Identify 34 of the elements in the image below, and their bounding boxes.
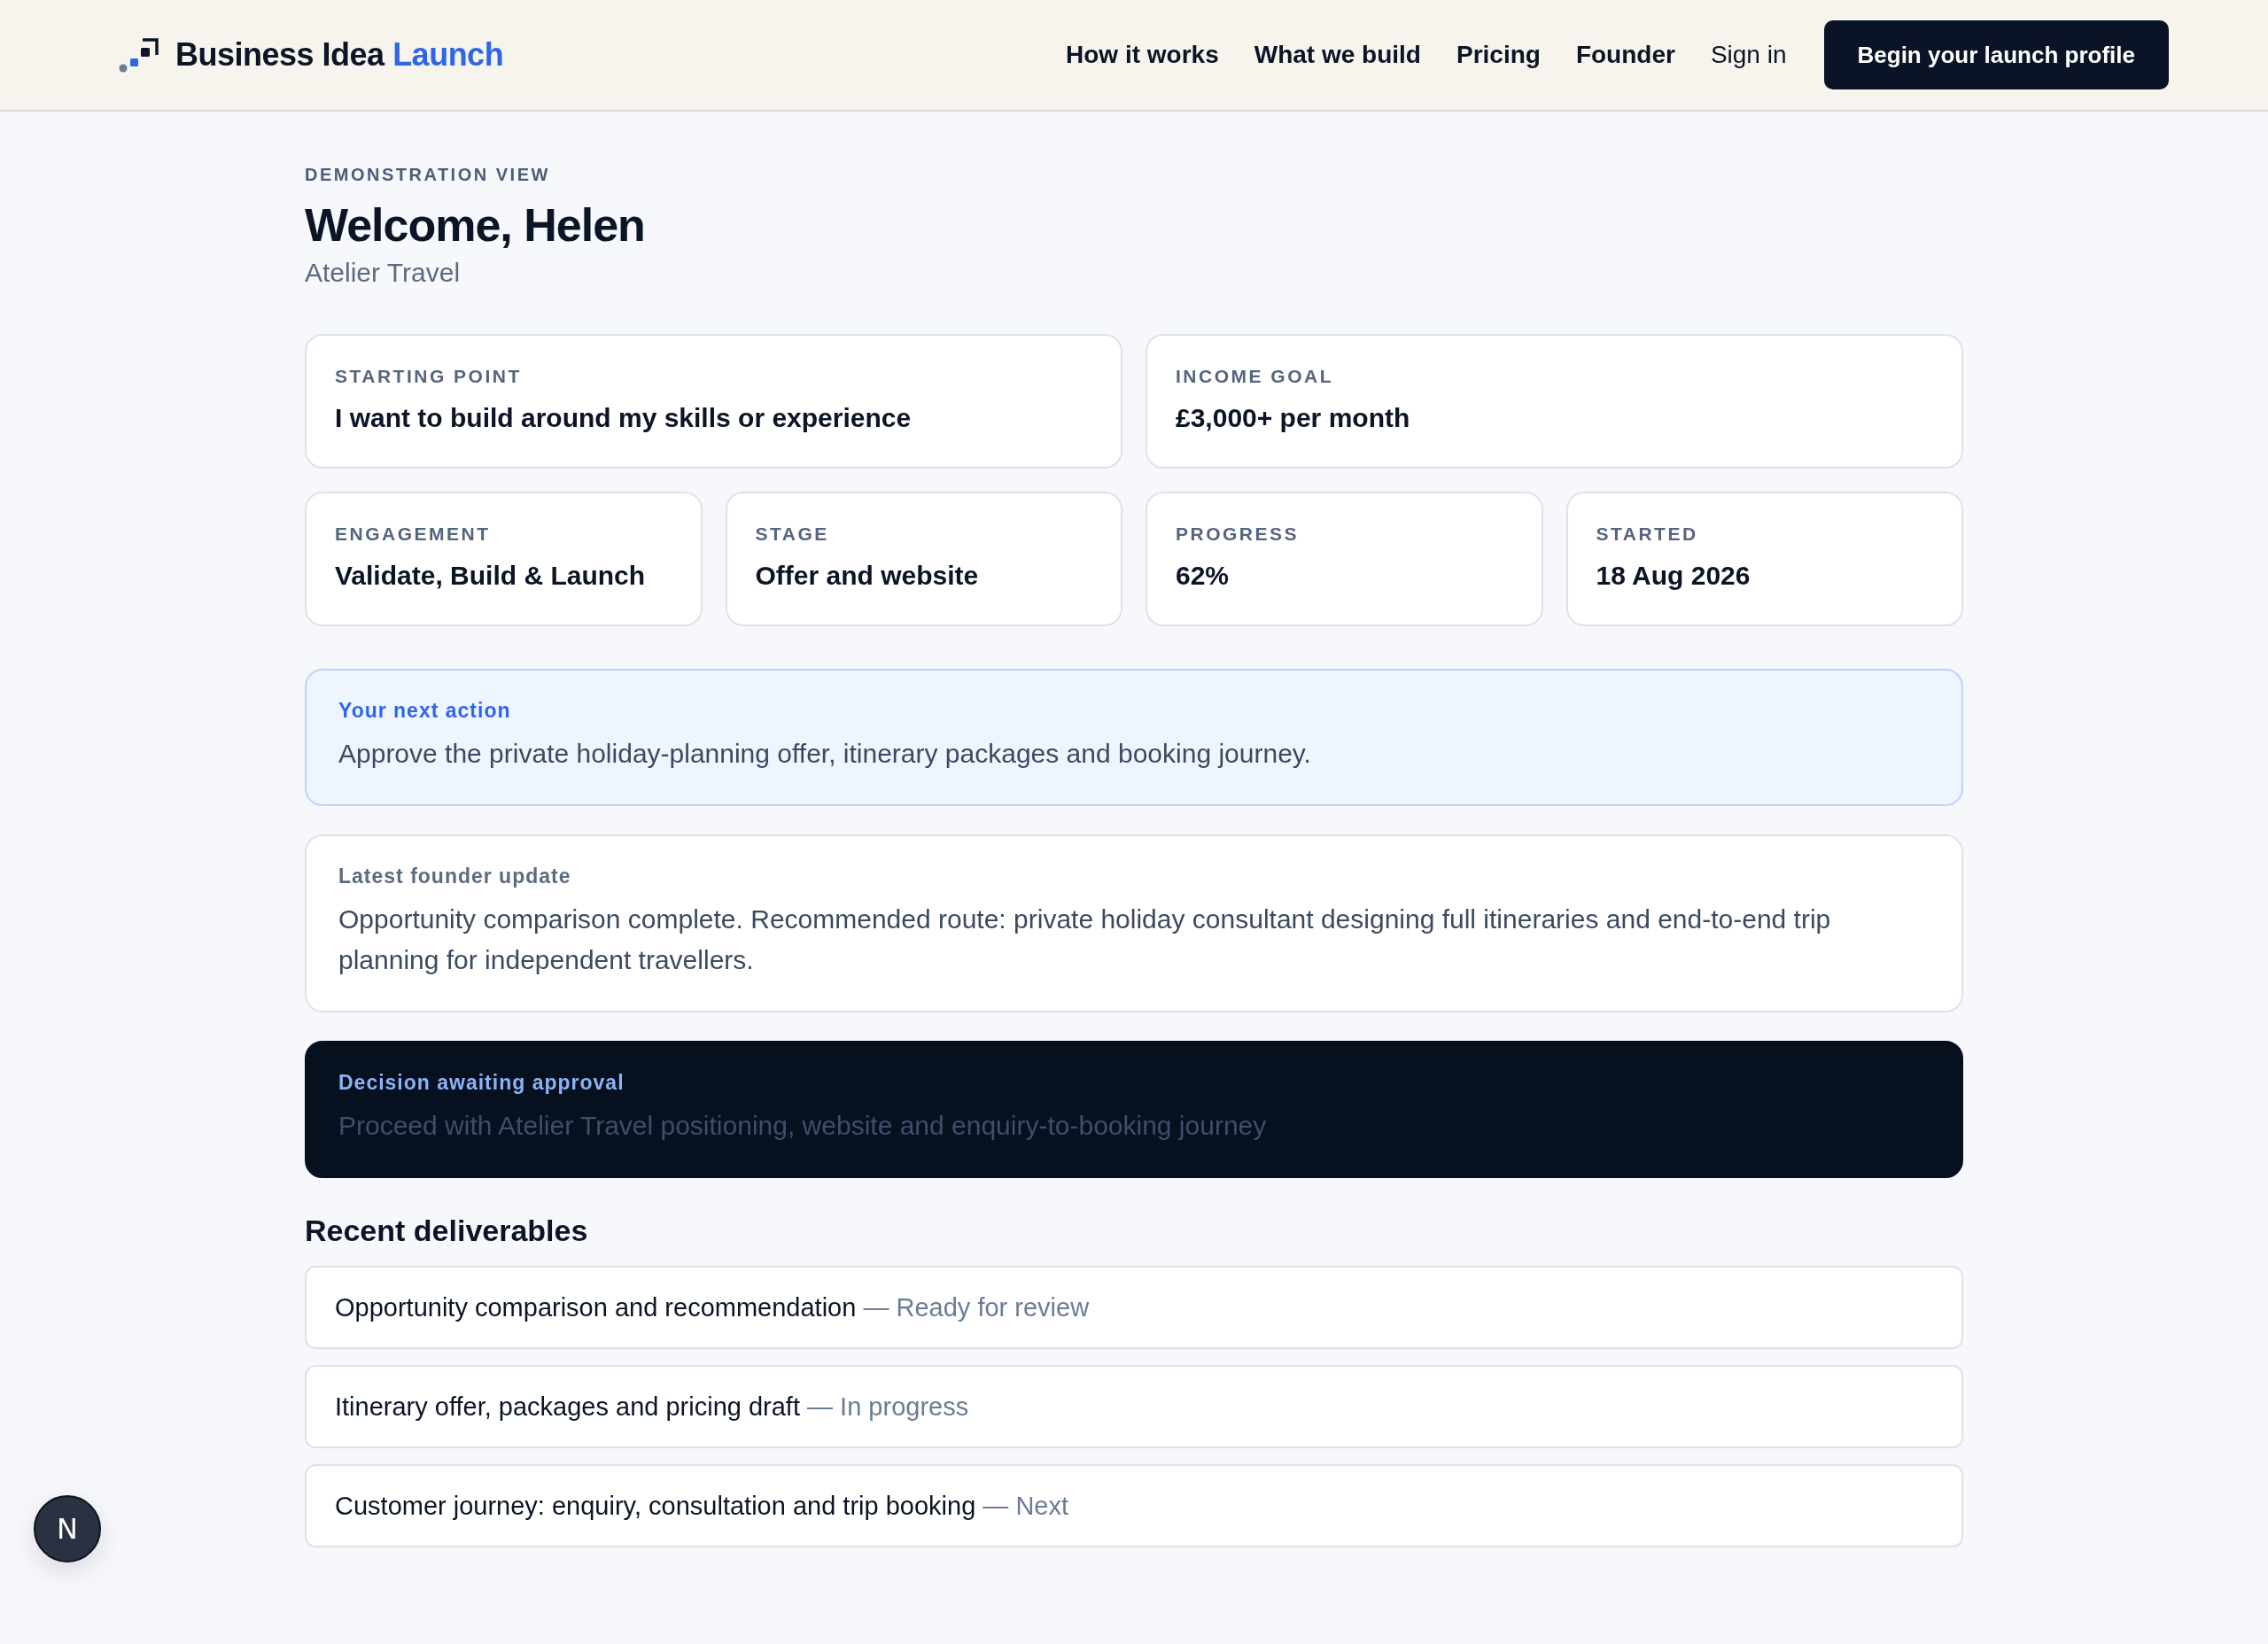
card-text: Approve the private holiday-planning offer, itinerary packages and booking journey. <box>338 738 1312 771</box>
nav-link[interactable]: What we build <box>1254 41 1421 69</box>
card-value: I want to build around my skills or experience <box>335 403 913 434</box>
card-value: Validate, Build & Launch <box>335 561 647 592</box>
card-label: STARTING POINT <box>335 366 523 388</box>
card-label: STARTED <box>1596 523 1699 546</box>
brand-name[interactable]: Business Idea Launch <box>175 36 504 74</box>
demo-label: DEMONSTRATION VIEW <box>305 165 551 185</box>
nav-link[interactable]: Founder <box>1575 41 1675 69</box>
card-label: STAGE <box>755 523 830 546</box>
card-title: Your next action <box>338 699 512 724</box>
deliverable-text: Customer journey: enquiry, consultation and trip booking — Next <box>335 1491 1068 1521</box>
card-value: Offer and website <box>755 561 980 592</box>
logo-icon <box>119 37 159 73</box>
sign-in-link[interactable]: Sign in <box>1710 41 1787 69</box>
card-label: PROGRESS <box>1176 523 1301 546</box>
business-name: Atelier Travel <box>305 258 462 289</box>
launch-profile-button[interactable]: Begin your launch profile <box>1823 20 2169 89</box>
card-text: Opportunity comparison complete. Recommended route: private holiday consultant designing full itineraries and end-to-end trip planning for independent travellers. <box>338 903 1832 977</box>
card-value: £3,000+ per month <box>1176 403 1411 434</box>
card-label: INCOME GOAL <box>1176 366 1334 388</box>
card-value: 62% <box>1176 561 1231 592</box>
welcome-heading: Welcome, Helen <box>305 198 646 252</box>
nav-link[interactable]: Pricing <box>1456 41 1541 69</box>
section-heading: Recent deliverables <box>305 1214 589 1249</box>
nav-link[interactable]: How it works <box>1066 41 1219 69</box>
card-value: 18 Aug 2026 <box>1596 561 1751 592</box>
card-label: ENGAGEMENT <box>335 523 492 546</box>
deliverable-text: Opportunity comparison and recommendation — Ready for review <box>335 1292 1090 1322</box>
card-title: Decision awaiting approval <box>338 1071 625 1096</box>
dev-tools-button[interactable]: N <box>34 1495 101 1563</box>
card-title: Latest founder update <box>338 865 572 889</box>
card-text: Proceed with Atelier Travel positioning, website and enquiry-to-booking journey <box>338 1110 1268 1143</box>
deliverable-text: Itinerary offer, packages and pricing draft — In progress <box>335 1392 969 1422</box>
